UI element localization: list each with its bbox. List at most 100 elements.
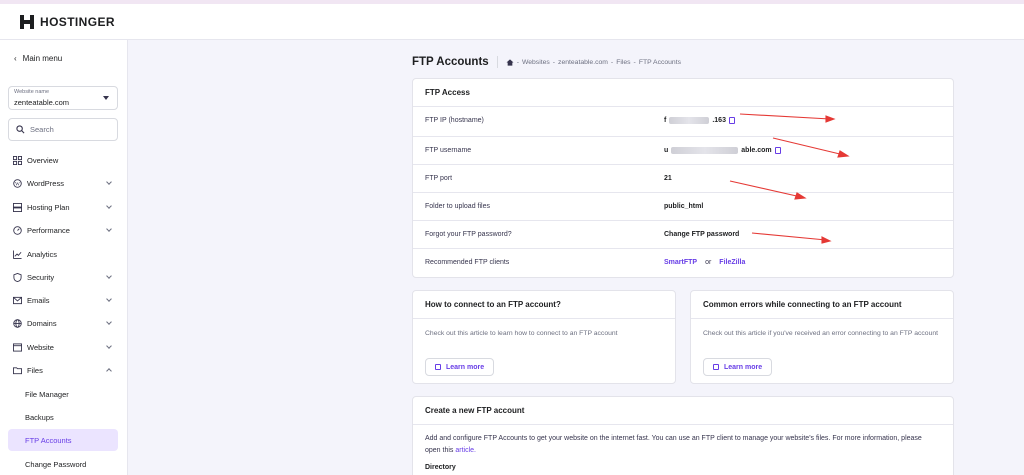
filezilla-link[interactable]: FileZilla	[719, 259, 745, 266]
ftp-row-label: FTP username	[425, 147, 472, 154]
learn-more-button[interactable]: Learn more	[703, 358, 773, 376]
ftp-row-label: Recommended FTP clients	[425, 259, 510, 266]
hostinger-logo-icon	[20, 14, 34, 29]
sidebar-subitem-label: File Manager	[25, 389, 69, 399]
server-icon	[13, 202, 22, 212]
header-divider	[496, 56, 498, 68]
learn-more-button[interactable]: Learn more	[425, 358, 495, 376]
sidebar-item-security[interactable]: Security	[0, 266, 127, 288]
sidebar-subitem-label: FTP Accounts	[25, 435, 72, 445]
sidebar-item-emails[interactable]: Emails	[0, 289, 127, 311]
ftp-row-clients: Recommended FTP clients SmartFTP or File…	[413, 248, 953, 276]
learn-more-label: Learn more	[724, 363, 763, 371]
chart-icon	[13, 249, 22, 259]
ftp-row-label: FTP IP (hostname)	[425, 117, 484, 124]
website-selector-label: Website name	[14, 89, 50, 95]
sidebar-subitem-ftp-accounts[interactable]: FTP Accounts	[8, 429, 118, 451]
ftp-row-folder: Folder to upload files public_html	[413, 192, 953, 220]
redacted-text	[669, 117, 710, 124]
change-ftp-password-link[interactable]: Change FTP password	[664, 231, 739, 238]
connect-help-title: How to connect to an FTP account?	[425, 300, 561, 309]
chevron-left-icon: ‹	[14, 54, 17, 63]
chevron-down-icon	[106, 273, 112, 279]
sidebar-item-label: Overview	[27, 155, 59, 165]
breadcrumb-domain[interactable]: zenteatable.com	[558, 59, 608, 66]
sidebar-item-label: Analytics	[27, 249, 58, 259]
search-placeholder: Search	[30, 125, 54, 134]
breadcrumb: - Websites - zenteatable.com - Files - F…	[506, 59, 681, 66]
sidebar-subitem-label: Change Password	[25, 459, 87, 469]
common-errors-card: Common errors while connecting to an FTP…	[690, 290, 954, 384]
copy-icon[interactable]	[728, 117, 735, 124]
breadcrumb-websites[interactable]: Websites	[522, 59, 550, 66]
folder-icon	[13, 366, 22, 374]
divider	[691, 318, 953, 319]
wordpress-icon: W	[13, 178, 22, 188]
common-errors-body: Check out this article if you've receive…	[703, 330, 939, 337]
common-errors-title: Common errors while connecting to an FTP…	[703, 300, 902, 309]
sidebar-item-label: Files	[27, 365, 43, 375]
sidebar-subitem-change-password[interactable]: Change Password	[8, 453, 118, 475]
sidebar-item-hosting-plan[interactable]: Hosting Plan	[0, 196, 127, 218]
connect-help-card: How to connect to an FTP account? Check …	[412, 290, 676, 384]
sidebar-item-label: WordPress	[27, 178, 64, 188]
sidebar-item-wordpress[interactable]: W WordPress	[0, 172, 127, 194]
shield-icon	[13, 272, 22, 282]
page-header: FTP Accounts - Websites - zenteatable.co…	[412, 56, 681, 68]
ftp-row-username: FTP username u able.com	[413, 136, 953, 164]
create-ftp-account-card: Create a new FTP account Add and configu…	[412, 396, 954, 475]
sidebar-subitem-label: Backups	[25, 412, 54, 422]
search-icon	[16, 125, 25, 134]
copy-icon[interactable]	[774, 147, 781, 154]
sidebar-item-performance[interactable]: Performance	[0, 219, 127, 241]
directory-label: Directory	[425, 464, 456, 471]
sidebar-subitem-file-manager[interactable]: File Manager	[8, 383, 118, 405]
divider	[413, 318, 675, 319]
ftp-folder-value: public_html	[664, 203, 704, 210]
sidebar-item-files[interactable]: Files	[0, 359, 127, 381]
sidebar-item-domains[interactable]: Domains	[0, 312, 127, 334]
ftp-clients-value: SmartFTP or FileZilla	[664, 259, 745, 266]
sidebar-item-label: Performance	[27, 225, 70, 235]
connect-help-body: Check out this article to learn how to c…	[425, 330, 618, 337]
sidebar-item-label: Hosting Plan	[27, 202, 70, 212]
smartftp-link[interactable]: SmartFTP	[664, 259, 697, 266]
sidebar-subitem-backups[interactable]: Backups	[8, 406, 118, 428]
ftp-hostname-suffix: .163	[712, 117, 726, 124]
main-menu-label: Main menu	[22, 54, 63, 63]
ftp-row-label: Folder to upload files	[425, 203, 490, 210]
chevron-up-icon	[106, 368, 112, 374]
chevron-down-icon	[106, 343, 112, 349]
chevron-down-icon	[106, 179, 112, 185]
page-title: FTP Accounts	[412, 56, 489, 68]
sidebar-search-input[interactable]: Search	[8, 118, 118, 141]
sidebar-item-label: Website	[27, 342, 54, 352]
ftp-access-card: FTP Access FTP IP (hostname) f .163 FTP …	[412, 78, 954, 278]
sidebar-item-overview[interactable]: Overview	[0, 149, 127, 171]
top-bar: HOSTINGER	[0, 4, 1024, 40]
ftp-row-forgot-password: Forgot your FTP password? Change FTP pas…	[413, 220, 953, 248]
home-icon[interactable]	[506, 58, 514, 66]
chevron-down-icon	[106, 319, 112, 325]
or-text: or	[705, 259, 712, 266]
sidebar-item-analytics[interactable]: Analytics	[0, 243, 127, 265]
breadcrumb-files[interactable]: Files	[616, 59, 630, 66]
hostinger-logo[interactable]: HOSTINGER	[20, 14, 115, 29]
sidebar-item-website[interactable]: Website	[0, 336, 127, 358]
article-link[interactable]: article.	[455, 447, 476, 454]
ftp-port-value: 21	[664, 175, 672, 182]
website-selector-value: zenteatable.com	[14, 98, 70, 107]
grid-icon	[13, 155, 22, 165]
browser-icon	[13, 342, 22, 352]
mail-icon	[13, 296, 22, 304]
svg-text:W: W	[15, 182, 20, 187]
caret-down-icon	[103, 96, 109, 100]
ftp-row-label: Forgot your FTP password?	[425, 231, 512, 238]
ftp-username-value: u able.com	[664, 147, 781, 154]
create-ftp-description: Add and configure FTP Accounts to get yo…	[425, 433, 939, 457]
main-menu-link[interactable]: ‹ Main menu	[14, 54, 62, 63]
website-selector[interactable]: Website name zenteatable.com	[8, 86, 118, 110]
create-ftp-body: Add and configure FTP Accounts to get yo…	[425, 435, 922, 454]
chevron-down-icon	[106, 203, 112, 209]
ftp-row-hostname: FTP IP (hostname) f .163	[413, 106, 953, 134]
